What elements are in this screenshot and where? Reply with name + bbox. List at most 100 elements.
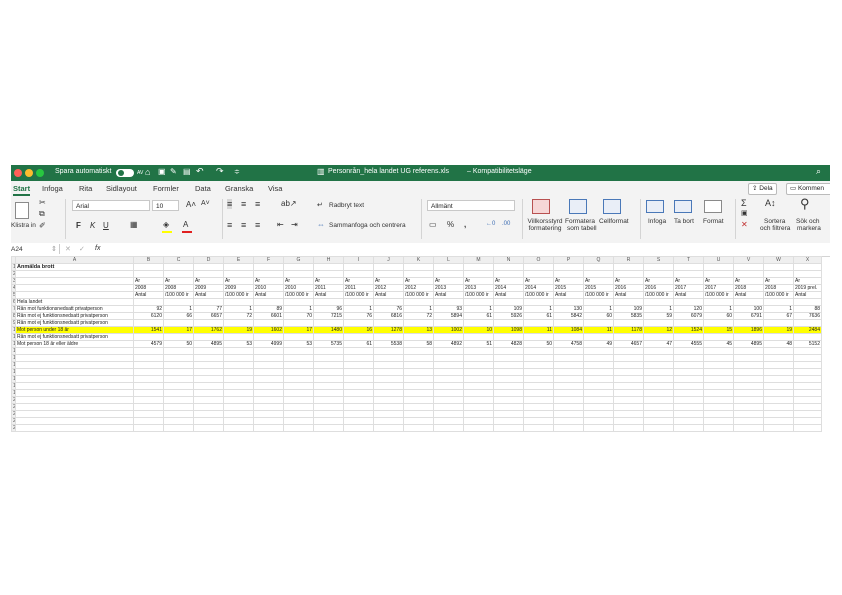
cell[interactable] bbox=[223, 361, 254, 369]
cell[interactable] bbox=[283, 396, 314, 404]
row-header[interactable]: 15 bbox=[11, 361, 16, 369]
cell[interactable]: 67 bbox=[763, 312, 794, 320]
cell[interactable] bbox=[493, 354, 524, 362]
cell[interactable]: 2011 bbox=[343, 284, 374, 292]
cell[interactable]: 2013 bbox=[433, 284, 464, 292]
sort-filter-label-1[interactable]: Sortera bbox=[764, 218, 785, 225]
cell[interactable]: 2015 bbox=[553, 284, 584, 292]
cell[interactable] bbox=[163, 270, 194, 278]
cell[interactable] bbox=[253, 368, 284, 376]
tab-rita[interactable]: Rita bbox=[79, 184, 92, 193]
cell[interactable] bbox=[343, 375, 374, 383]
cell[interactable] bbox=[15, 410, 134, 418]
cell[interactable] bbox=[343, 396, 374, 404]
cell[interactable] bbox=[373, 333, 404, 341]
cell[interactable] bbox=[703, 403, 734, 411]
cell-table[interactable]: ABCDEFGHIJKLMNOPQRSTUVWX1Anmälda brott23… bbox=[11, 256, 822, 432]
cell[interactable] bbox=[673, 410, 704, 418]
cell[interactable] bbox=[763, 417, 794, 425]
cell[interactable]: 109 bbox=[613, 305, 644, 313]
format-painter-icon[interactable]: ✐ bbox=[39, 221, 46, 230]
merge-center-icon[interactable]: ⇔ bbox=[317, 220, 325, 229]
cell[interactable] bbox=[703, 431, 734, 432]
cell[interactable] bbox=[463, 417, 494, 425]
cell[interactable] bbox=[463, 431, 494, 432]
cell[interactable] bbox=[463, 333, 494, 341]
cell[interactable] bbox=[613, 389, 644, 397]
cell[interactable] bbox=[643, 347, 674, 355]
cell[interactable] bbox=[613, 417, 644, 425]
cell[interactable]: 1 bbox=[163, 305, 194, 313]
cell[interactable] bbox=[643, 319, 674, 327]
cell[interactable] bbox=[403, 298, 434, 306]
cell[interactable]: 2010 bbox=[253, 284, 284, 292]
cell[interactable] bbox=[193, 389, 224, 397]
cell[interactable]: 59 bbox=[643, 312, 674, 320]
cell[interactable] bbox=[283, 417, 314, 425]
cell[interactable]: 1541 bbox=[133, 326, 164, 334]
cell[interactable] bbox=[733, 361, 764, 369]
cell[interactable]: 2017 bbox=[703, 284, 734, 292]
cell[interactable] bbox=[613, 263, 644, 271]
cell[interactable] bbox=[373, 431, 404, 432]
confirm-icon[interactable]: ✓ bbox=[79, 245, 85, 253]
cell[interactable] bbox=[253, 361, 284, 369]
cell[interactable]: Rån mot ej funktionsnedsatt privatperson bbox=[15, 319, 134, 327]
cell-styles-label[interactable]: Cellformat bbox=[599, 218, 629, 225]
cell[interactable]: 2008 bbox=[163, 284, 194, 292]
cell[interactable]: /100 000 ir bbox=[283, 291, 314, 299]
cell[interactable] bbox=[523, 368, 554, 376]
cell[interactable]: /100 000 ir bbox=[223, 291, 254, 299]
font-size-dropdown[interactable]: 10 bbox=[152, 200, 179, 211]
cell[interactable] bbox=[613, 396, 644, 404]
cell[interactable] bbox=[253, 319, 284, 327]
cell[interactable] bbox=[193, 263, 224, 271]
cell[interactable] bbox=[253, 263, 284, 271]
cell[interactable] bbox=[793, 298, 822, 306]
cell[interactable] bbox=[643, 424, 674, 432]
autosave-toggle[interactable] bbox=[116, 169, 134, 177]
orientation-icon[interactable]: ab↗ bbox=[281, 199, 297, 208]
cell[interactable] bbox=[403, 417, 434, 425]
cell[interactable] bbox=[523, 270, 554, 278]
fill-color-icon[interactable]: ◈ bbox=[163, 220, 169, 229]
cell[interactable]: 17 bbox=[283, 326, 314, 334]
cell[interactable] bbox=[613, 368, 644, 376]
cell[interactable] bbox=[433, 431, 464, 432]
cell[interactable] bbox=[253, 270, 284, 278]
cell[interactable] bbox=[523, 263, 554, 271]
cell[interactable] bbox=[193, 403, 224, 411]
cell[interactable] bbox=[703, 368, 734, 376]
row-header[interactable]: 14 bbox=[11, 354, 16, 362]
cell[interactable] bbox=[163, 410, 194, 418]
cell[interactable]: 5538 bbox=[373, 340, 404, 348]
cell[interactable] bbox=[643, 361, 674, 369]
cell[interactable] bbox=[673, 354, 704, 362]
cell[interactable]: 5842 bbox=[553, 312, 584, 320]
cell[interactable] bbox=[283, 375, 314, 383]
cell[interactable]: 11 bbox=[583, 326, 614, 334]
cell[interactable]: 72 bbox=[403, 312, 434, 320]
align-right-icon[interactable]: ≡ bbox=[255, 220, 260, 230]
cell[interactable]: 92 bbox=[133, 305, 164, 313]
cell[interactable] bbox=[643, 333, 674, 341]
print-icon[interactable]: ▤ bbox=[183, 167, 191, 176]
cell[interactable]: 4895 bbox=[733, 340, 764, 348]
cell[interactable] bbox=[493, 431, 524, 432]
row-header[interactable]: 25 bbox=[11, 431, 16, 432]
cell[interactable] bbox=[583, 375, 614, 383]
cell[interactable] bbox=[373, 270, 404, 278]
cell[interactable] bbox=[553, 354, 584, 362]
copy-icon[interactable]: ⧉ bbox=[39, 209, 45, 219]
cell[interactable] bbox=[613, 375, 644, 383]
cell[interactable] bbox=[343, 417, 374, 425]
share-button[interactable]: ⇪ Dela bbox=[748, 183, 777, 195]
cell[interactable]: 5152 bbox=[793, 340, 822, 348]
cell[interactable]: Mot person under 18 år bbox=[15, 326, 134, 334]
cell[interactable] bbox=[613, 319, 644, 327]
cell[interactable]: 120 bbox=[673, 305, 704, 313]
cell[interactable] bbox=[643, 354, 674, 362]
cell[interactable] bbox=[703, 298, 734, 306]
cell[interactable] bbox=[163, 403, 194, 411]
name-box-chevron-icon[interactable]: ⇕ bbox=[51, 245, 57, 253]
